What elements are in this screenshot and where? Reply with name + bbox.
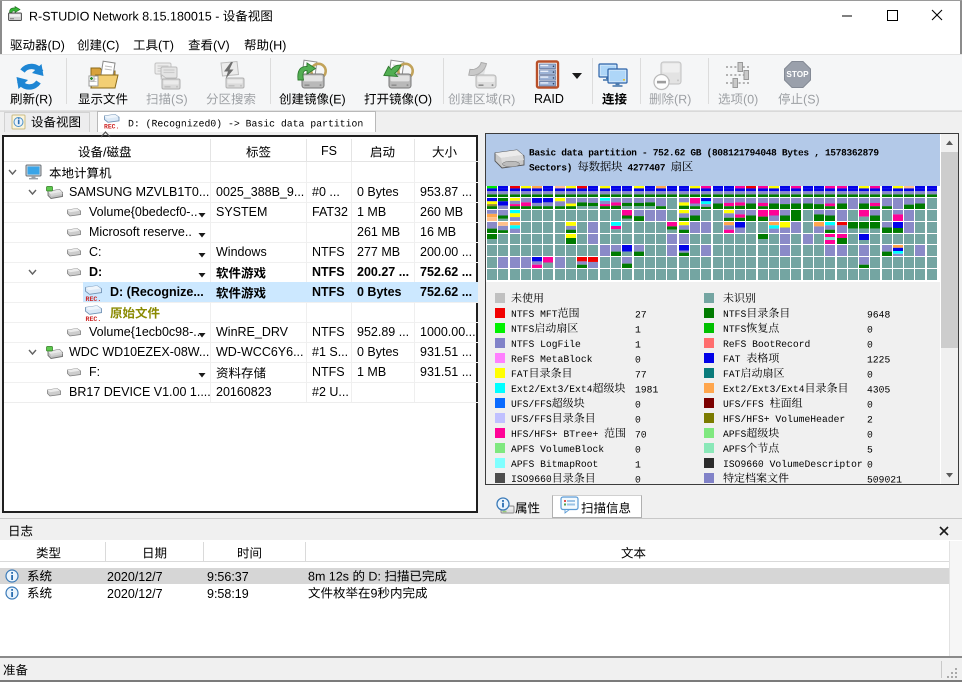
svg-text:REC.: REC. [86,316,102,321]
svg-text:REC.: REC. [86,296,102,301]
svg-text:REC.: REC. [104,124,119,130]
svg-text:STOP: STOP [786,70,809,79]
